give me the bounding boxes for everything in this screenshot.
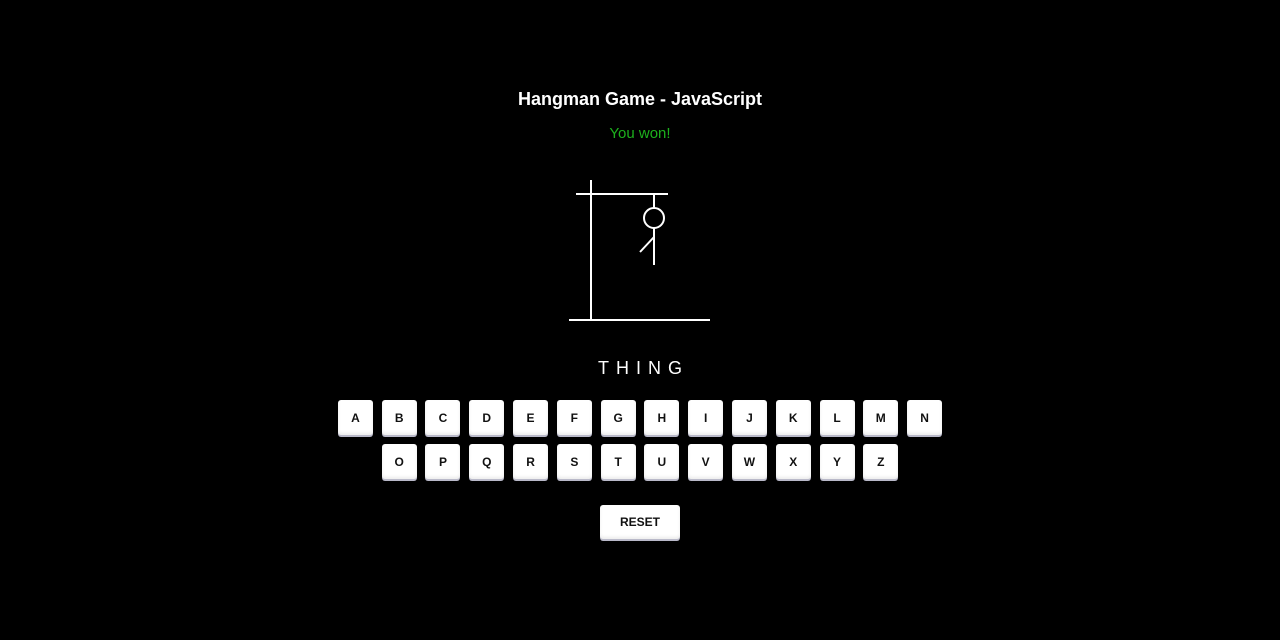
reset-button[interactable]: RESET — [600, 505, 680, 539]
letter-key-c[interactable]: C — [425, 400, 461, 435]
letter-key-b[interactable]: B — [381, 400, 417, 435]
letter-key-y[interactable]: Y — [819, 444, 855, 479]
letter-key-i[interactable]: I — [688, 400, 724, 435]
letter-key-f[interactable]: F — [556, 400, 592, 435]
letter-key-q[interactable]: Q — [469, 444, 505, 479]
keyboard-row-1: ABCDEFGHIJKLMN — [0, 400, 1280, 435]
stickman-left-arm — [639, 236, 655, 253]
letter-key-d[interactable]: D — [469, 400, 505, 435]
letter-key-n[interactable]: N — [907, 400, 943, 435]
letter-key-m[interactable]: M — [863, 400, 899, 435]
game-status-message: You won! — [609, 125, 671, 142]
letter-key-g[interactable]: G — [600, 400, 636, 435]
letter-key-o[interactable]: O — [381, 444, 417, 479]
letter-key-j[interactable]: J — [731, 400, 767, 435]
letter-key-v[interactable]: V — [688, 444, 724, 479]
letter-key-t[interactable]: T — [600, 444, 636, 479]
hangman-drawing — [569, 180, 710, 321]
hangman-app: Hangman Game - JavaScript You won! THING… — [0, 0, 1280, 640]
letter-key-w[interactable]: W — [731, 444, 767, 479]
letter-key-x[interactable]: X — [775, 444, 811, 479]
letter-key-e[interactable]: E — [513, 400, 549, 435]
letter-key-u[interactable]: U — [644, 444, 680, 479]
stickman-head — [643, 207, 665, 229]
guessed-word: THING — [598, 358, 689, 378]
page-title: Hangman Game - JavaScript — [517, 89, 763, 109]
letter-key-s[interactable]: S — [556, 444, 592, 479]
letter-key-h[interactable]: H — [644, 400, 680, 435]
letter-key-p[interactable]: P — [425, 444, 461, 479]
letter-key-a[interactable]: A — [337, 400, 373, 435]
keyboard-row-2: OPQRSTUVWXYZ — [0, 444, 1280, 479]
letter-key-r[interactable]: R — [513, 444, 549, 479]
letter-key-z[interactable]: Z — [863, 444, 899, 479]
letter-key-k[interactable]: K — [775, 400, 811, 435]
letter-key-l[interactable]: L — [819, 400, 855, 435]
